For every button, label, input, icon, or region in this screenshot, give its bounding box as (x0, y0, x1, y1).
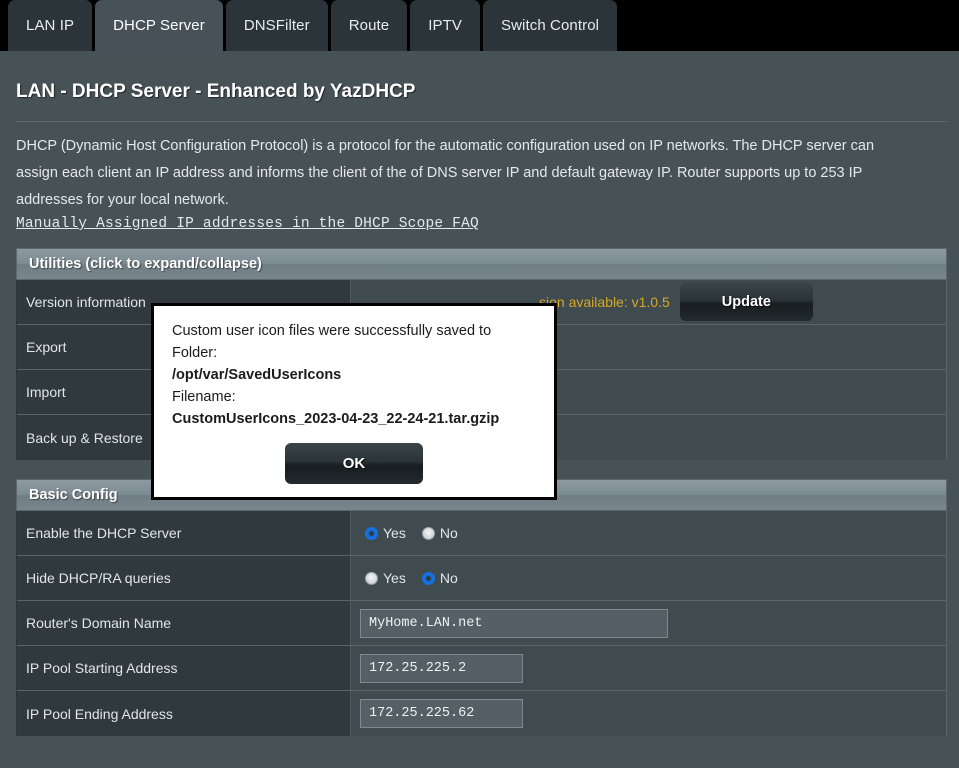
dialog-button-row: OK (172, 443, 536, 484)
table-row: IP Pool Ending Address (17, 691, 946, 736)
radio-selected-icon[interactable] (424, 574, 432, 582)
page-description: DHCP (Dynamic Host Configuration Protoco… (16, 138, 875, 208)
tab-route[interactable]: Route (330, 0, 408, 51)
row-label: Router's Domain Name (17, 601, 351, 645)
row-value (351, 646, 946, 690)
row-value: Yes No (351, 511, 946, 555)
row-value (351, 601, 946, 645)
dialog-line-1: Custom user icon files were successfully… (172, 323, 492, 339)
save-confirmation-dialog: Custom user icon files were successfully… (151, 303, 557, 500)
basic-config-table: Enable the DHCP Server Yes No Hide DHCP/RA … (16, 511, 947, 736)
row-value (351, 691, 946, 736)
radio-option[interactable]: Yes (365, 570, 406, 586)
dialog-ok-button[interactable]: OK (284, 443, 424, 484)
table-row: Enable the DHCP Server Yes No (17, 511, 946, 556)
utilities-section-header[interactable]: Utilities (click to expand/collapse) (16, 248, 947, 280)
tab-bar: LAN IP DHCP Server DNSFilter Route IPTV Switc… (0, 0, 959, 51)
radio-selected-icon[interactable] (368, 529, 375, 537)
radio-unselected-icon[interactable] (421, 526, 435, 540)
radio-unselected-icon[interactable] (365, 571, 378, 585)
tab-lan-ip[interactable]: LAN IP (8, 0, 93, 51)
radio-label: Yes (383, 570, 406, 586)
row-label: IP Pool Ending Address (17, 691, 351, 736)
ip-pool-starting-address-input[interactable] (360, 653, 523, 683)
radio-option[interactable]: No (421, 525, 458, 541)
row-label: Enable the DHCP Server (17, 511, 351, 555)
table-row: IP Pool Starting Address (17, 646, 946, 691)
radio-group: Yes No (365, 525, 466, 541)
row-label: IP Pool Starting Address (17, 646, 351, 690)
radio-option[interactable]: No (422, 570, 458, 586)
row-value: Yes No (351, 556, 946, 600)
dialog-folder-path: /opt/var/SavedUserIcons (172, 367, 342, 383)
table-row: Router's Domain Name (17, 601, 946, 646)
page-title: LAN - DHCP Server - Enhanced by YazDHCP (16, 81, 416, 102)
radio-label: No (439, 525, 458, 541)
dhcp-scope-faq-link[interactable]: Manually Assigned IP addresses in the DH… (16, 216, 479, 232)
radio-option[interactable]: Yes (365, 525, 406, 541)
tab-switch-control[interactable]: Switch Control (483, 0, 618, 51)
update-button[interactable]: Update (679, 283, 813, 321)
table-row: Hide DHCP/RA queries Yes No (17, 556, 946, 601)
dialog-filename: CustomUserIcons_2023-04-23_22-24-21.tar.… (172, 411, 500, 427)
dialog-line-4: Filename: (172, 389, 236, 405)
tab-dnsfilter[interactable]: DNSFilter (225, 0, 328, 51)
radio-label: Yes (383, 525, 406, 541)
version-available-text: sion available: v1.0.5 (539, 294, 670, 310)
radio-label: No (439, 570, 458, 586)
dialog-line-2: Folder: (172, 345, 218, 361)
radio-group: Yes No (365, 570, 466, 586)
router-s-domain-name-input[interactable] (360, 608, 668, 638)
ip-pool-ending-address-input[interactable] (360, 699, 523, 728)
tab-iptv[interactable]: IPTV (410, 0, 480, 51)
tab-dhcp-server[interactable]: DHCP Server (95, 0, 223, 51)
dialog-message: Custom user icon files were successfully… (172, 320, 536, 430)
row-label: Hide DHCP/RA queries (17, 556, 351, 600)
